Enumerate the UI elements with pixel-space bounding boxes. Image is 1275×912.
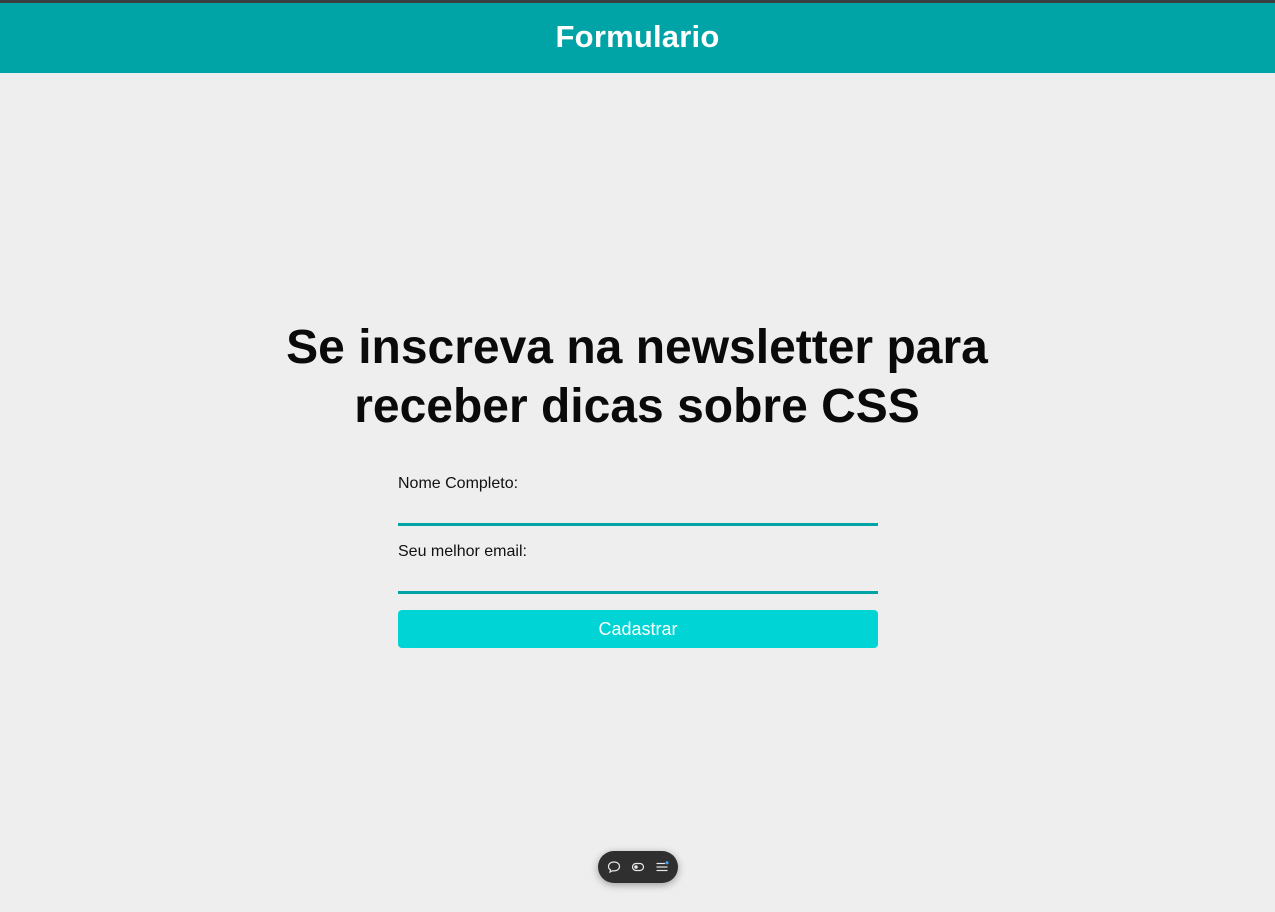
- full-name-field-group: Nome Completo:: [398, 475, 878, 526]
- email-field-group: Seu melhor email:: [398, 543, 878, 594]
- full-name-label: Nome Completo:: [398, 475, 519, 492]
- comment-icon[interactable]: [606, 859, 622, 875]
- page-header: Formulario: [0, 3, 1275, 73]
- email-input[interactable]: [398, 564, 878, 594]
- full-name-input[interactable]: [398, 496, 878, 526]
- header-title: Formulario: [555, 19, 720, 54]
- menu-icon[interactable]: [654, 859, 670, 875]
- floating-toolbar: [598, 851, 678, 883]
- newsletter-form: Nome Completo: Seu melhor email: Cadastr…: [398, 474, 878, 648]
- toggle-icon[interactable]: [630, 859, 646, 875]
- newsletter-headline: Se inscreva na newsletter para receber d…: [286, 321, 988, 433]
- submit-button[interactable]: Cadastrar: [398, 610, 878, 648]
- email-label: Seu melhor email:: [398, 543, 527, 560]
